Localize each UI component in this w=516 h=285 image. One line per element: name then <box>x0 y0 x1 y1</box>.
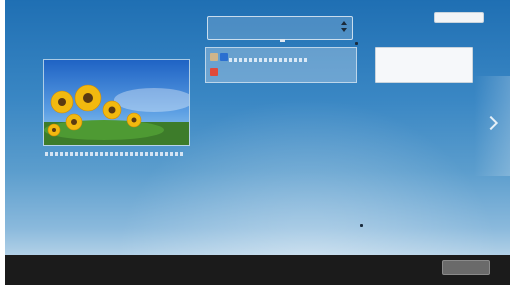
sunflower-image <box>44 60 189 145</box>
tag-badge <box>210 53 218 61</box>
info-row-1-value <box>229 57 310 62</box>
bottom-bar <box>5 255 510 285</box>
viewer-screen <box>5 0 510 285</box>
primary-tag-button[interactable] <box>219 53 228 61</box>
photo-caption <box>45 152 185 156</box>
marker-dot <box>355 42 358 45</box>
info-panel <box>205 47 357 83</box>
info-card[interactable] <box>375 47 473 83</box>
sunflower-photo <box>43 59 190 146</box>
dropdown-pointer <box>280 39 285 42</box>
category-dropdown[interactable] <box>207 16 353 42</box>
next-button[interactable] <box>474 76 510 176</box>
marker-dot <box>360 224 363 227</box>
arrow-up-icon[interactable] <box>341 21 347 25</box>
arrow-down-icon[interactable] <box>341 28 347 32</box>
info-row-2 <box>210 68 218 78</box>
bottom-action-button[interactable] <box>442 260 490 275</box>
alert-badge <box>210 68 218 76</box>
chevron-right-icon <box>483 115 499 131</box>
status-indicator <box>434 12 484 23</box>
info-row-1 <box>210 53 310 63</box>
